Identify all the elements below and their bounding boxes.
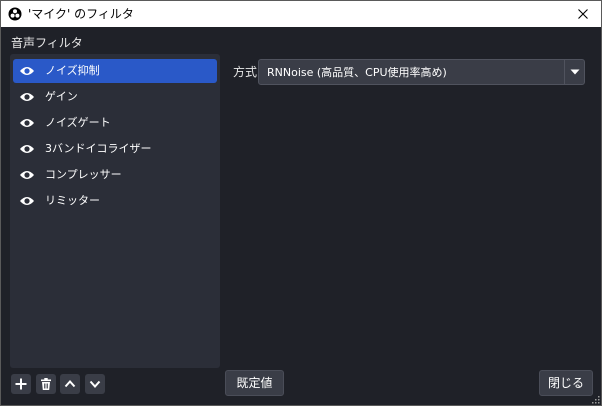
- close-button[interactable]: 閉じる: [539, 370, 593, 396]
- resize-grip-icon[interactable]: [592, 396, 600, 404]
- filter-item-label: リミッター: [45, 194, 100, 207]
- method-select[interactable]: RNNoise (高品質、CPU使用率高め): [258, 59, 585, 85]
- chevron-down-icon: [570, 69, 580, 75]
- filter-item-label: ノイズ抑制: [45, 64, 100, 77]
- plus-icon: [15, 378, 27, 390]
- title-bar: 'マイク' のフィルタ: [1, 1, 601, 27]
- trash-icon: [41, 378, 51, 390]
- move-down-button[interactable]: [85, 374, 105, 394]
- method-label: 方式: [233, 65, 258, 79]
- filter-item-noise-gate[interactable]: ノイズゲート: [13, 111, 217, 135]
- add-filter-button[interactable]: [11, 374, 31, 394]
- filter-item-label: 3バンドイコライザー: [45, 142, 152, 155]
- move-up-button[interactable]: [60, 374, 80, 394]
- eye-icon[interactable]: [19, 65, 35, 77]
- obs-logo-icon: [8, 7, 22, 21]
- filter-item-gain[interactable]: ゲイン: [13, 85, 217, 109]
- close-icon: [578, 9, 588, 19]
- filter-item-3band-eq[interactable]: 3バンドイコライザー: [13, 137, 217, 161]
- audio-filters-label: 音声フィルタ: [11, 36, 83, 50]
- eye-icon[interactable]: [19, 91, 35, 103]
- eye-icon[interactable]: [19, 143, 35, 155]
- filter-item-label: ゲイン: [45, 90, 78, 103]
- method-select-value: RNNoise (高品質、CPU使用率高め): [267, 66, 447, 79]
- chevron-down-icon: [89, 380, 101, 388]
- select-divider: [564, 60, 565, 84]
- eye-icon[interactable]: [19, 195, 35, 207]
- eye-icon[interactable]: [19, 169, 35, 181]
- filter-item-label: コンプレッサー: [45, 168, 122, 181]
- filter-item-noise-suppression[interactable]: ノイズ抑制: [13, 59, 217, 83]
- chevron-up-icon: [64, 380, 76, 388]
- remove-filter-button[interactable]: [36, 374, 56, 394]
- filter-item-compressor[interactable]: コンプレッサー: [13, 163, 217, 187]
- filter-item-label: ノイズゲート: [45, 116, 111, 129]
- eye-icon[interactable]: [19, 117, 35, 129]
- close-window-button[interactable]: [565, 1, 601, 27]
- filters-window: 'マイク' のフィルタ 音声フィルタ ノイズ抑制 ゲイン ノイズゲート 3バンド…: [0, 0, 602, 406]
- filter-list: ノイズ抑制 ゲイン ノイズゲート 3バンドイコライザー コンプレッサー リミッタ…: [10, 54, 220, 368]
- filter-item-limiter[interactable]: リミッター: [13, 189, 217, 213]
- defaults-button[interactable]: 既定値: [225, 370, 284, 396]
- window-title: 'マイク' のフィルタ: [28, 7, 134, 21]
